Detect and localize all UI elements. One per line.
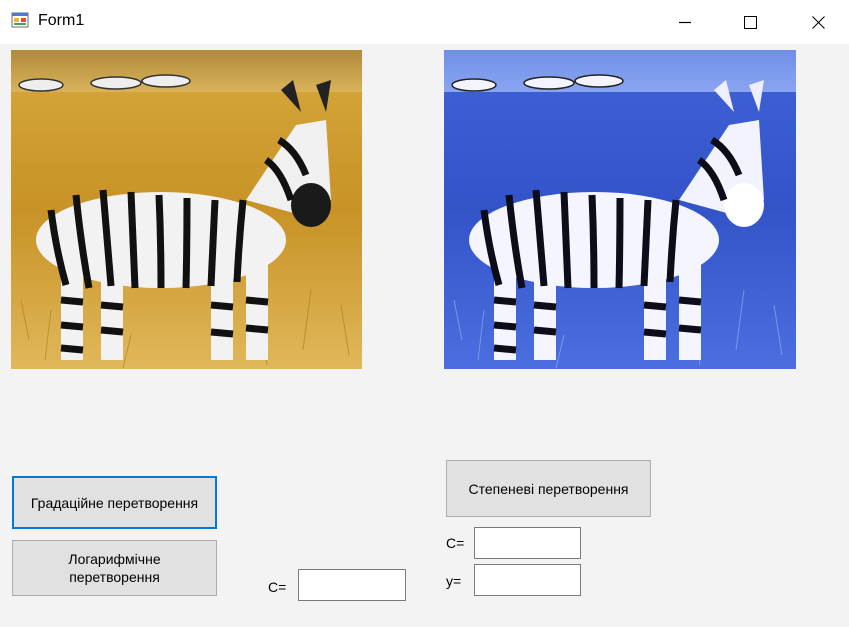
minimize-icon xyxy=(679,16,691,28)
zebra-original-image xyxy=(11,50,362,369)
title-bar[interactable]: Form1 xyxy=(0,0,849,44)
gradation-transform-button[interactable]: Градаційне перетворення xyxy=(12,476,217,529)
zebra-processed-image xyxy=(444,50,796,369)
log-c-input[interactable] xyxy=(298,569,406,601)
power-y-input[interactable] xyxy=(474,564,581,596)
close-icon xyxy=(811,15,825,29)
original-picturebox xyxy=(11,50,362,369)
maximize-icon xyxy=(743,15,757,29)
logarithmic-transform-button[interactable]: Логарифмічне перетворення xyxy=(12,540,217,596)
maximize-button[interactable] xyxy=(727,0,773,44)
power-transform-button[interactable]: Степеневі перетворення xyxy=(446,460,651,517)
power-c-label: C= xyxy=(446,535,465,551)
minimize-button[interactable] xyxy=(662,0,708,44)
form-window: Form1 Градаційне перетворення Логарифміч… xyxy=(0,0,849,627)
close-button[interactable] xyxy=(795,0,841,44)
window-title: Form1 xyxy=(38,12,85,29)
power-c-input[interactable] xyxy=(474,527,581,559)
log-c-label: C= xyxy=(268,579,287,595)
form-icon xyxy=(11,11,29,29)
processed-picturebox xyxy=(444,50,796,369)
power-y-label: y= xyxy=(446,573,462,589)
